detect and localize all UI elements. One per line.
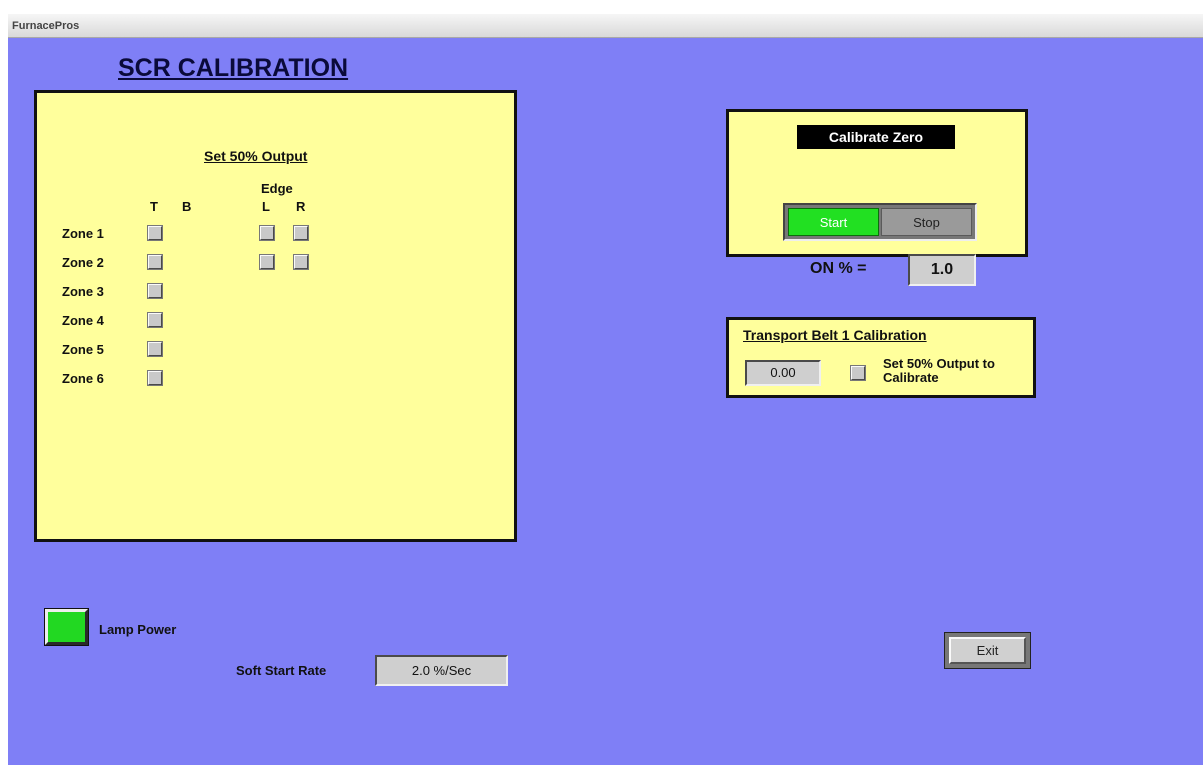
zone-3-label: Zone 3 xyxy=(62,284,104,299)
zone-2-edge-l-checkbox[interactable] xyxy=(260,255,274,269)
zone-3-t-checkbox[interactable] xyxy=(148,284,162,298)
belt-output-checkbox-label: Set 50% Output to Calibrate xyxy=(883,356,995,385)
start-button[interactable]: Start xyxy=(788,208,879,236)
on-percent-value: 1.0 xyxy=(908,254,976,286)
page-title: SCR CALIBRATION xyxy=(118,54,349,82)
zone-4-label: Zone 4 xyxy=(62,313,104,328)
zone-2-t-checkbox[interactable] xyxy=(148,255,162,269)
calibrate-zero-caption: Calibrate Zero xyxy=(797,125,955,149)
zone-2-edge-r-checkbox[interactable] xyxy=(294,255,308,269)
exit-button-label: Exit xyxy=(949,637,1026,664)
soft-start-rate-field[interactable]: 2.0 %/Sec xyxy=(375,655,508,686)
stop-button[interactable]: Stop xyxy=(881,208,972,236)
zone-4-t-checkbox[interactable] xyxy=(148,313,162,327)
zone-2-label: Zone 2 xyxy=(62,255,104,270)
edge-label: Edge xyxy=(261,181,293,196)
zone-5-label: Zone 5 xyxy=(62,342,104,357)
soft-start-rate-label: Soft Start Rate xyxy=(236,663,327,678)
column-label-r: R xyxy=(296,199,306,214)
zone-6-t-checkbox[interactable] xyxy=(148,371,162,385)
column-label-l: L xyxy=(262,199,270,214)
lamp-power-button[interactable] xyxy=(45,609,88,645)
zone-1-edge-l-checkbox[interactable] xyxy=(260,226,274,240)
on-percent-label: ON % = xyxy=(810,260,867,277)
belt-calibration-caption: Transport Belt 1 Calibration xyxy=(743,327,927,343)
column-label-t: T xyxy=(150,199,158,214)
zone-5-t-checkbox[interactable] xyxy=(148,342,162,356)
zone-6-label: Zone 6 xyxy=(62,371,104,386)
start-stop-toggle: Start Stop xyxy=(783,203,977,241)
belt-calibration-value: 0.00 xyxy=(745,360,821,386)
zone-1-label: Zone 1 xyxy=(62,226,104,241)
zone-1-edge-r-checkbox[interactable] xyxy=(294,226,308,240)
window-title-bar: FurnacePros xyxy=(8,14,1203,38)
lamp-power-label: Lamp Power xyxy=(99,622,177,637)
set-output-caption: Set 50% Output xyxy=(204,148,308,164)
zone-1-t-checkbox[interactable] xyxy=(148,226,162,240)
exit-button[interactable]: Exit xyxy=(944,632,1031,669)
window-title: FurnacePros xyxy=(12,20,80,32)
belt-output-checkbox[interactable] xyxy=(851,366,865,380)
column-label-b: B xyxy=(182,199,192,214)
